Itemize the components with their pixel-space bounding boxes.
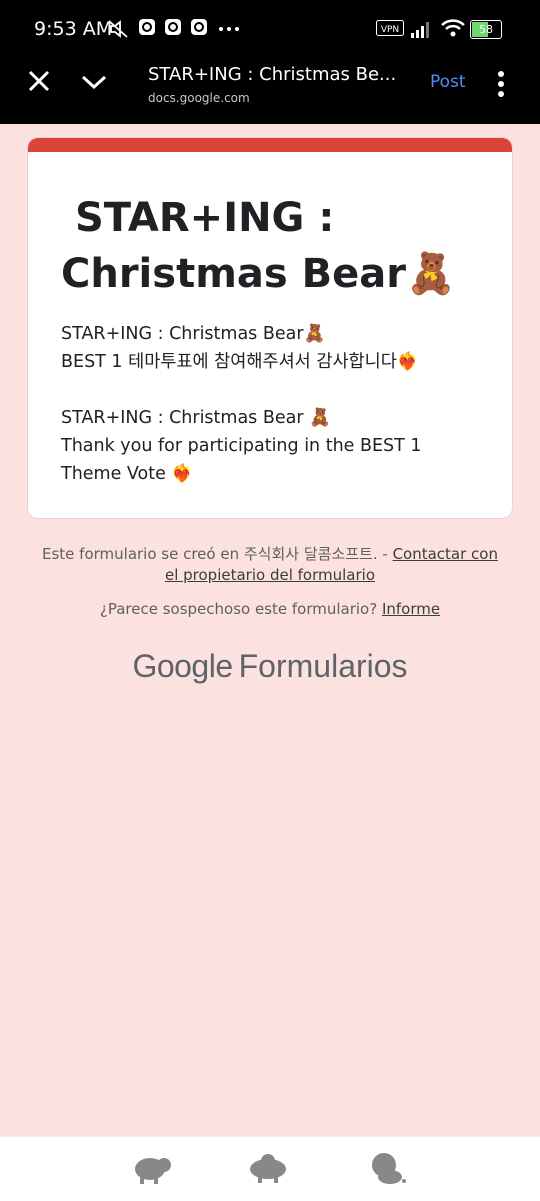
card-accent-bar [28,138,512,152]
brand-google: Google [132,648,233,684]
vpn-icon: VPN [376,20,404,36]
suspicious-text: ¿Parece sospechoso este formulario? [99,600,382,618]
mute-icon [108,20,128,38]
signal-icon [411,22,429,38]
brand-forms: Formularios [238,648,408,684]
teddy-bear-icon: 🧸 [405,251,456,297]
sheep-back-icon[interactable] [128,1151,176,1185]
desc-line: Thank you for participating in the BEST … [61,436,422,456]
status-time: 9:53 AM [34,18,113,40]
desc-line: STAR+ING : Christmas Bear🧸 [61,324,326,344]
form-owner-notice: Este formulario se creó en 주식회사 달콤소프트. -… [40,544,500,586]
sheep-home-icon[interactable] [244,1151,292,1185]
desc-line: BEST 1 테마투표에 참여해주셔서 감사합니다❤️‍🔥 [61,352,419,372]
chevron-down-icon[interactable] [80,72,108,92]
form-description: STAR+ING : Christmas Bear🧸 BEST 1 테마투표에 … [61,320,501,488]
form-header-card: STAR+ING : Christmas Bear🧸 STAR+ING : Ch… [28,138,512,518]
bottom-navigation [0,1136,540,1201]
desc-line: STAR+ING : Christmas Bear 🧸 [61,408,331,428]
status-bar: 9:53 AM VPN 58 [0,0,540,58]
form-title: STAR+ING : Christmas Bear🧸 [61,190,491,302]
more-options-icon[interactable] [492,70,510,98]
battery-percent: 58 [479,23,493,36]
form-title-line1: STAR+ING : [74,195,335,241]
post-button[interactable]: Post [430,72,466,92]
vpn-label: VPN [381,25,399,35]
report-notice: ¿Parece sospechoso este formulario? Info… [40,600,500,618]
app-notification-icon [165,19,181,35]
sheep-menu-icon[interactable] [366,1151,414,1185]
app-notification-icon [191,19,207,35]
page-url: docs.google.com [148,91,250,105]
form-title-line2: Christmas Bear [61,251,406,297]
more-notifications-icon [219,27,239,31]
report-link[interactable]: Informe [382,600,440,618]
browser-app-bar: STAR+ING : Christmas Be... docs.google.c… [0,58,540,124]
created-by-text: Este formulario se creó en 주식회사 달콤소프트. - [42,545,393,563]
desc-line: Theme Vote ❤️‍🔥 [61,464,194,484]
page-title: STAR+ING : Christmas Be... [148,64,397,85]
wifi-icon [441,19,465,37]
battery-icon: 58 [470,20,502,39]
google-forms-logo[interactable]: Google Formularios [0,648,540,685]
app-notification-icon [139,19,155,35]
close-icon[interactable] [26,68,52,94]
